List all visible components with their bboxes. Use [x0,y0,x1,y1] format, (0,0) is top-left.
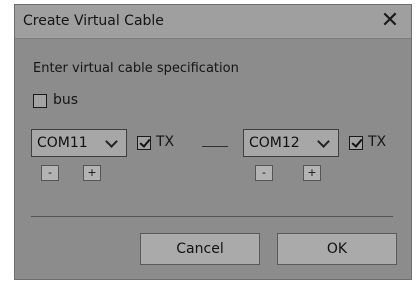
cable-connector-line [202,146,228,147]
left-tx-label: TX [156,134,175,150]
create-virtual-cable-dialog: Create Virtual Cable ✕ Enter virtual cab… [14,4,412,280]
separator [31,216,393,217]
right-port-value: COM12 [249,135,300,151]
dialog-title: Create Virtual Cable [23,13,164,29]
right-port-select[interactable]: COM12 [243,129,339,157]
bus-checkbox[interactable] [33,94,47,108]
chevron-down-icon [105,135,118,148]
right-tx-label: TX [368,134,387,150]
right-plus-button[interactable]: + [303,165,321,181]
right-tx-checkbox[interactable] [349,136,363,150]
title-bar: Create Virtual Cable ✕ [15,5,411,39]
left-plus-button[interactable]: + [83,165,101,181]
left-minus-button[interactable]: - [41,165,59,181]
specification-heading: Enter virtual cable specification [33,61,239,76]
close-icon[interactable]: ✕ [379,9,401,33]
right-minus-button[interactable]: - [255,165,273,181]
chevron-down-icon [317,135,330,148]
cancel-button[interactable]: Cancel [140,233,260,265]
left-port-value: COM11 [37,135,88,151]
left-port-select[interactable]: COM11 [31,129,127,157]
ok-button[interactable]: OK [277,233,397,265]
bus-label: bus [53,92,79,108]
left-tx-checkbox[interactable] [137,136,151,150]
